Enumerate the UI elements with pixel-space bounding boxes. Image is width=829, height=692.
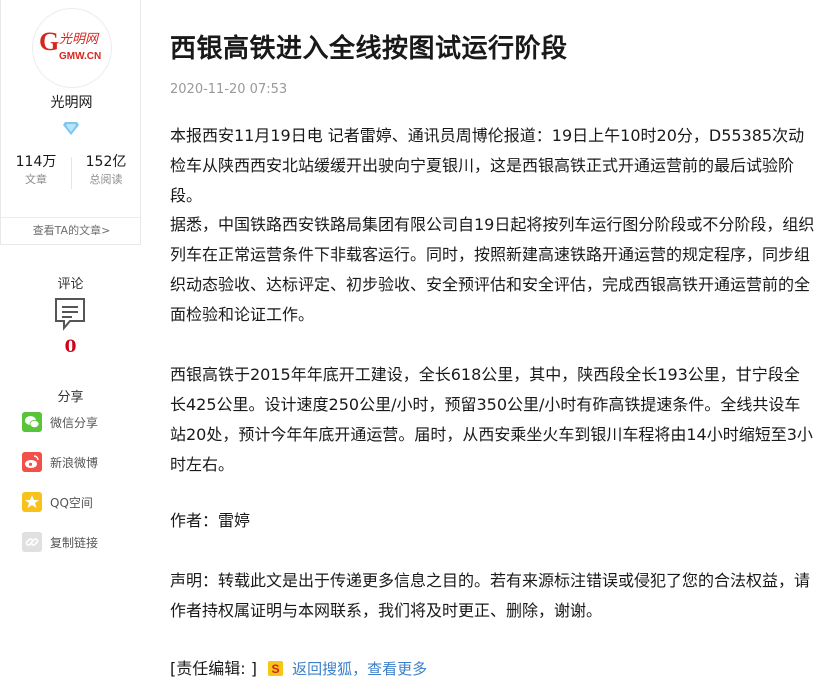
editor-label: [责任编辑: ] (170, 659, 257, 678)
svg-text:G: G (39, 27, 59, 56)
card-divider (1, 217, 140, 218)
stat-articles: 114万 文章 (1, 153, 71, 189)
sohu-logo-icon: S (268, 661, 284, 676)
share-label: 微信分享 (50, 416, 99, 430)
verified-diamond-icon (63, 122, 79, 135)
share-wechat-button[interactable]: 微信分享 (22, 411, 132, 433)
wechat-icon (22, 412, 42, 432)
author-avatar[interactable]: G 光明网 GMW.CN (32, 8, 112, 88)
qzone-icon (22, 492, 42, 512)
weibo-icon (22, 452, 42, 472)
share-label: 复制链接 (50, 536, 99, 550)
back-to-sohu-link[interactable]: 返回搜狐，查看更多 (292, 660, 427, 678)
article-paragraph: 本报西安11月19日电 记者雷婷、通讯员周博伦报道：19日上午10时20分，D5… (170, 126, 805, 205)
svg-text:S: S (272, 662, 280, 676)
gmw-logo: G 光明网 GMW.CN (39, 27, 101, 62)
author-stats: 114万 文章 152亿 总阅读 (1, 153, 142, 193)
article-timestamp: 2020-11-20 07:53 (170, 82, 288, 97)
share-qzone-button[interactable]: QQ空间 (22, 491, 132, 513)
share-label: QQ空间 (50, 496, 93, 510)
share-title: 分享 (57, 390, 84, 405)
comment-icon[interactable] (54, 297, 86, 331)
share-weibo-button[interactable]: 新浪微博 (22, 451, 132, 473)
stat-label: 总阅读 (89, 173, 123, 186)
editor-line: [责任编辑: ] S 返回搜狐，查看更多 (170, 655, 427, 681)
link-icon (22, 532, 42, 552)
stat-reads: 152亿 总阅读 (71, 153, 141, 189)
comment-count[interactable]: 0 (0, 337, 141, 357)
logo-domain: GMW.CN (59, 51, 101, 62)
article-author-line: 作者：雷婷 (170, 511, 251, 530)
author-name[interactable]: 光明网 (1, 92, 142, 112)
comment-title: 评论 (57, 277, 84, 292)
share-label: 新浪微博 (50, 456, 99, 470)
stat-value: 114万 (15, 154, 57, 170)
article-disclaimer: 声明：转载此文是出于传递更多信息之目的。若有来源标注错误或侵犯了您的合法权益，请… (170, 571, 811, 620)
article-title: 西银高铁进入全线按图试运行阶段 (170, 34, 568, 64)
stat-label: 文章 (25, 173, 47, 186)
copy-link-button[interactable]: 复制链接 (22, 531, 132, 553)
article-paragraph: 据悉，中国铁路西安铁路局集团有限公司自19日起将按列车运行图分阶段或不分阶段，组… (170, 215, 815, 324)
view-author-articles-link[interactable]: 查看TA的文章> (1, 222, 142, 238)
logo-text: 光明网 (59, 32, 100, 47)
article-paragraph: 西银高铁于2015年年底开工建设，全长618公里，其中，陕西段全长193公里，甘… (170, 365, 813, 474)
stat-value: 152亿 (85, 154, 127, 170)
author-card: G 光明网 GMW.CN 光明网 114万 文章 152亿 总阅读 查看TA的文… (0, 0, 141, 245)
